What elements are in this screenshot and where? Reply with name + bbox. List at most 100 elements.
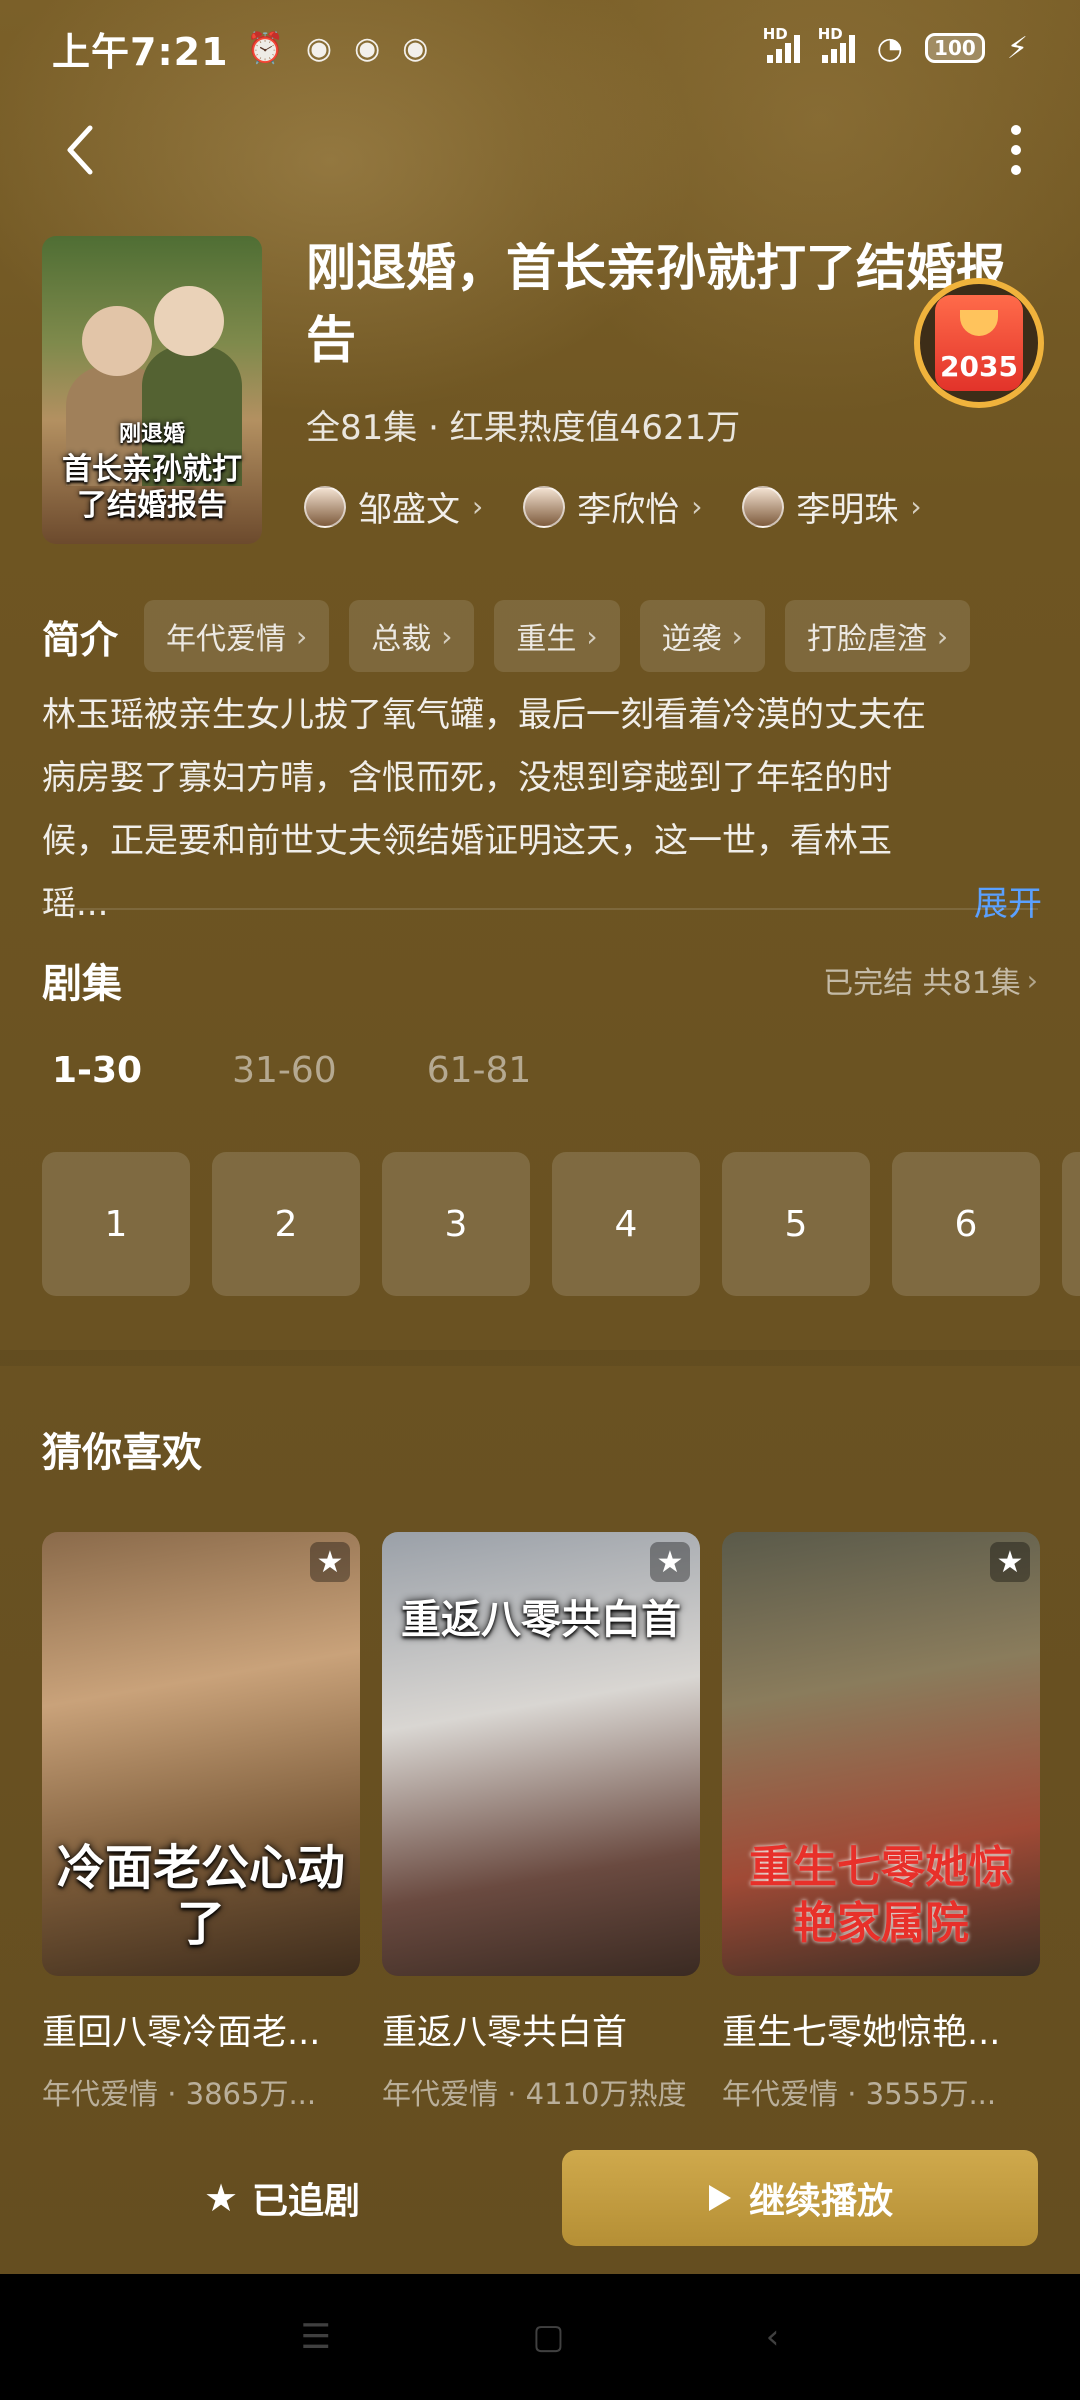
more-dot-icon — [1011, 125, 1021, 135]
drama-description: 林玉瑶被亲生女儿拔了氧气罐，最后一刻看着冷漠的丈夫在病房娶了寡妇方晴，含恨而死，… — [42, 684, 1042, 936]
episode-button[interactable]: 5 — [722, 1152, 870, 1296]
recommend-name: 重返八零共白首 — [382, 2013, 628, 2053]
cast-item[interactable]: 李欣怡 › — [523, 482, 702, 531]
chevron-right-icon: › — [1026, 963, 1038, 997]
status-notification-icons: ⏰ ◉ ◉ ◉ — [247, 31, 429, 66]
tab-range-61-81[interactable]: 61-81 — [427, 1050, 532, 1091]
back-icon[interactable]: ‹ — [766, 2317, 780, 2357]
status-time: 上午7:21 — [52, 29, 229, 74]
recommend-name: 重生七零她惊艳... — [722, 2013, 1001, 2053]
cover-title-art: 重返八零共白首 — [401, 1596, 681, 1643]
tag-list: 年代爱情 › 总裁 › 重生 › 逆袭 › 打脸虐渣 › — [144, 600, 971, 672]
chevron-right-icon: › — [586, 619, 598, 653]
play-icon — [708, 2185, 731, 2211]
drama-title: 刚退婚，首长亲孙就打了结婚报告 — [306, 239, 1006, 369]
tag-chip[interactable]: 逆袭 › — [639, 600, 765, 672]
episode-button[interactable]: 1 — [42, 1152, 190, 1296]
system-nav-bar: ☰ ▢ ‹ — [0, 2274, 1080, 2400]
more-dot-icon — [1011, 145, 1021, 155]
status-right: HD HD ◔ 100 ⚡ — [763, 25, 1028, 66]
bottom-action-bar: ★ 已追剧 继续播放 — [0, 2140, 1080, 2270]
drama-poster: 刚退婚 首长亲孙就打了结婚报告 — [42, 236, 262, 544]
recommend-sub: 年代爱情 · 4110万热度 — [382, 2077, 687, 2111]
section-separator — [0, 1350, 1080, 1366]
alarm-icon: ⏰ — [246, 30, 284, 66]
continue-play-button[interactable]: 继续播放 — [562, 2150, 1038, 2246]
recommend-sub: 年代爱情 · 3555万... — [722, 2077, 997, 2111]
star-icon[interactable]: ★ — [650, 1542, 690, 1582]
recommend-card[interactable]: ★ 重生七零她惊艳家属院 重生七零她惊艳... 年代爱情 · 3555万... — [722, 1532, 1040, 2113]
battery-icon: 100 — [924, 33, 985, 63]
red-envelope-icon: 2035 — [935, 295, 1023, 391]
star-icon: ★ — [203, 2176, 239, 2220]
play-label: 继续播放 — [748, 2181, 893, 2222]
episodes-header: 剧集 已完结 共81集 › — [42, 950, 1038, 1010]
intro-label: 简介 — [42, 617, 119, 662]
tag-chip[interactable]: 年代爱情 › — [144, 600, 330, 672]
menu-icon[interactable]: ☰ — [301, 2317, 331, 2357]
episode-button[interactable]: 6 — [892, 1152, 1040, 1296]
chevron-right-icon: › — [472, 490, 484, 523]
chevron-right-icon: › — [910, 490, 922, 523]
top-nav — [0, 96, 1080, 216]
recommend-card[interactable]: ★ 冷面老公心动了 重回八零冷面老... 年代爱情 · 3865万... — [42, 1532, 360, 2113]
intro-row: 简介 年代爱情 › 总裁 › 重生 › 逆袭 › 打脸虐渣 › — [42, 598, 1042, 674]
follow-button[interactable]: ★ 已追剧 — [42, 2150, 522, 2246]
red-envelope-reward-button[interactable]: 2035 — [914, 278, 1044, 408]
charging-icon: ⚡ — [1006, 30, 1028, 66]
status-bar: 上午7:21 ⏰ ◉ ◉ ◉ HD HD ◔ 100 ⚡ — [0, 0, 1080, 96]
poster-figure — [82, 306, 152, 376]
star-icon[interactable]: ★ — [990, 1542, 1030, 1582]
follow-label: 已追剧 — [252, 2181, 361, 2222]
signal-icon: HD — [763, 25, 800, 63]
chevron-right-icon: › — [936, 619, 949, 653]
poster-figure — [154, 286, 224, 356]
episodes-status-link[interactable]: 已完结 共81集 › — [823, 958, 1038, 1002]
cast-item[interactable]: 李明珠 › — [742, 482, 922, 531]
home-icon[interactable]: ▢ — [532, 2317, 564, 2357]
reward-number: 2035 — [940, 350, 1018, 383]
chevron-right-icon: › — [441, 619, 453, 653]
recommend-title: 猜你喜欢 — [42, 1430, 202, 1476]
episode-button[interactable]: 4 — [552, 1152, 700, 1296]
avatar — [523, 485, 566, 528]
divider — [42, 908, 1038, 910]
cast-item[interactable]: 邹盛文 › — [304, 482, 483, 531]
recommend-card[interactable]: ★ 重返八零共白首 重返八零共白首 年代爱情 · 4110万热度 — [382, 1532, 700, 2113]
cast-name: 李欣怡 — [577, 490, 680, 530]
envelope-seal — [960, 310, 998, 336]
cover-title-art: 冷面老公心动了 — [56, 1840, 345, 1952]
tag-chip[interactable]: 重生 › — [494, 600, 620, 672]
back-button[interactable] — [40, 110, 120, 190]
tab-range-31-60[interactable]: 31-60 — [232, 1050, 337, 1091]
tab-range-1-30[interactable]: 1-30 — [52, 1050, 142, 1091]
cast-name: 李明珠 — [796, 490, 899, 530]
episode-button-partial[interactable] — [1062, 1152, 1080, 1296]
episode-button[interactable]: 3 — [382, 1152, 530, 1296]
poster-title-art: 刚退婚 首长亲孙就打了结婚报告 — [62, 421, 242, 523]
chevron-right-icon: › — [296, 619, 308, 653]
expand-link[interactable]: 展开 — [974, 873, 1042, 936]
cover-title-art: 重生七零她惊艳家属院 — [749, 1842, 1013, 1949]
app-icon: ◉ — [354, 30, 381, 66]
drama-meta: 全81集 · 红果热度值4621万 — [306, 408, 741, 448]
episodes-title: 剧集 — [42, 961, 122, 1007]
tag-chip[interactable]: 打脸虐渣 › — [784, 600, 971, 672]
star-icon[interactable]: ★ — [310, 1542, 350, 1582]
avatar — [304, 485, 346, 528]
tag-chip[interactable]: 总裁 › — [349, 600, 475, 672]
signal-icon: HD — [818, 25, 855, 63]
app-icon: ◉ — [305, 30, 333, 66]
episode-range-tabs: 1-30 31-60 61-81 — [52, 1050, 531, 1091]
back-arrow-icon — [67, 125, 93, 175]
episode-button[interactable]: 2 — [212, 1152, 360, 1296]
episode-list: 1 2 3 4 5 6 — [42, 1152, 1080, 1296]
recommend-sub: 年代爱情 · 3865万... — [42, 2077, 317, 2111]
recommend-cover[interactable]: ★ 重生七零她惊艳家属院 — [722, 1532, 1040, 1976]
recommend-cover[interactable]: ★ 重返八零共白首 — [382, 1532, 700, 1976]
cast-name: 邹盛文 — [358, 490, 460, 530]
recommend-cover[interactable]: ★ 冷面老公心动了 — [42, 1532, 360, 1976]
app-icon: ◉ — [402, 30, 429, 66]
recommend-list: ★ 冷面老公心动了 重回八零冷面老... 年代爱情 · 3865万... ★ 重… — [42, 1532, 1040, 2113]
more-options-button[interactable] — [976, 110, 1056, 190]
